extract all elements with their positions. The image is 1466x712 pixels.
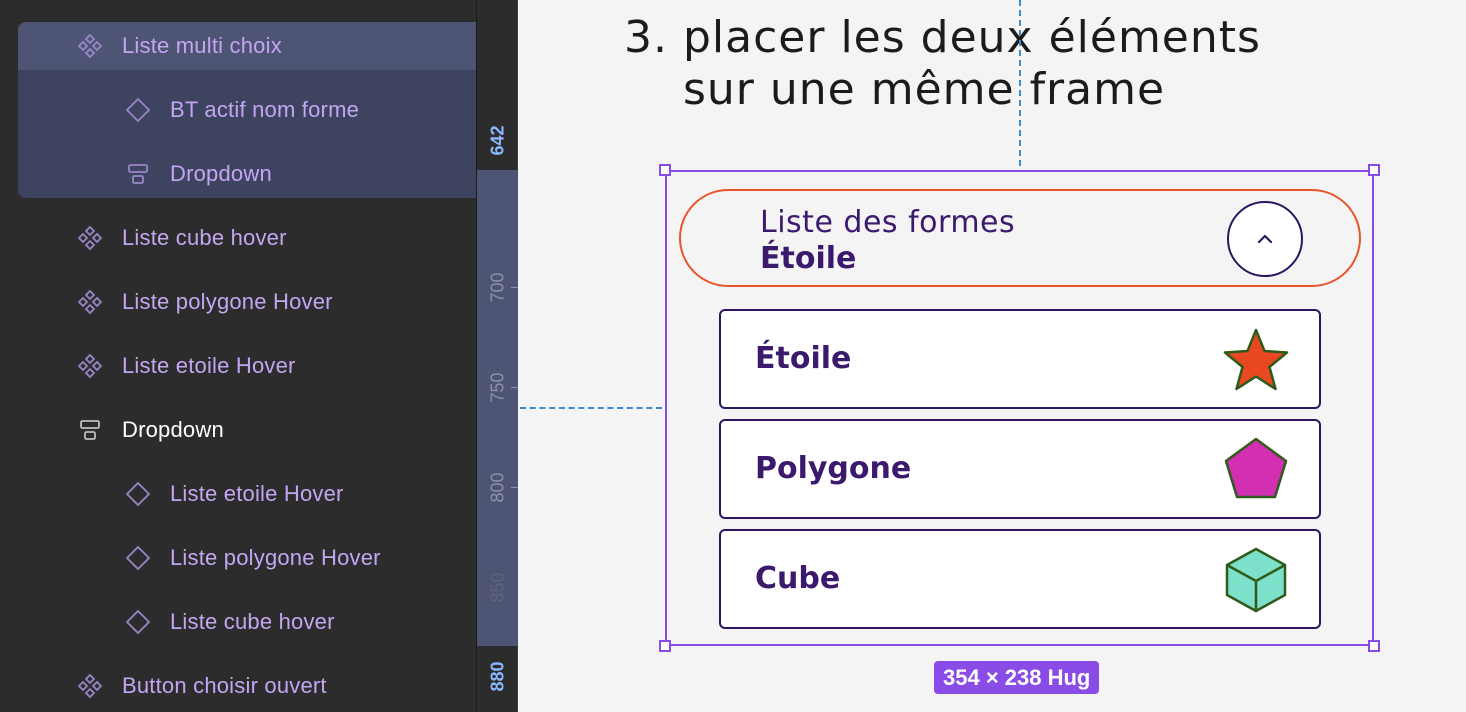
component-icon: [77, 225, 103, 251]
layer-label: Liste etoile Hover: [170, 481, 344, 506]
layer-item-liste-polygone-hover[interactable]: Liste polygone Hover: [0, 270, 476, 334]
auto-layout-vertical-icon: [77, 417, 103, 443]
layer-label: Button choisir ouvert: [122, 673, 327, 698]
vertical-ruler[interactable]: 642 700 750 800 850 880: [476, 0, 519, 712]
layer-label: Liste multi choix: [122, 33, 282, 58]
layer-item-dropdown-frame[interactable]: Dropdown: [0, 398, 476, 462]
component-icon: [77, 289, 103, 315]
layers-panel: Liste multi choix BT actif nom forme Dro…: [0, 0, 476, 712]
resize-handle-bottom-left[interactable]: [659, 640, 671, 652]
layer-item-dropdown[interactable]: Dropdown: [0, 142, 476, 206]
instance-icon: [125, 545, 151, 571]
component-icon: [77, 33, 103, 59]
layer-label: Liste cube hover: [170, 609, 335, 634]
step-number: 3.: [624, 12, 668, 63]
layer-item-button-choisir-ouvert[interactable]: Button choisir ouvert: [0, 654, 476, 712]
layer-label: Liste polygone Hover: [170, 545, 381, 570]
ruler-label: 880: [487, 660, 508, 692]
ruler-label: 800: [487, 471, 508, 503]
resize-handle-bottom-right[interactable]: [1368, 640, 1380, 652]
ruler-label: 750: [487, 371, 508, 403]
component-icon: [77, 353, 103, 379]
layer-label: Dropdown: [170, 161, 272, 186]
auto-layout-vertical-icon: [125, 161, 151, 187]
layer-item-liste-cube-hover-instance[interactable]: Liste cube hover: [0, 590, 476, 654]
layer-item-liste-cube-hover[interactable]: Liste cube hover: [0, 206, 476, 270]
frame-selection-box[interactable]: [665, 170, 1374, 646]
layer-item-bt-actif-nom-forme[interactable]: BT actif nom forme: [0, 78, 476, 142]
instance-icon: [125, 481, 151, 507]
layer-item-liste-etoile-hover[interactable]: Liste etoile Hover: [0, 334, 476, 398]
layer-item-liste-polygone-hover-instance[interactable]: Liste polygone Hover: [0, 526, 476, 590]
resize-handle-top-left[interactable]: [659, 164, 671, 176]
ruler-label: 642: [487, 124, 508, 156]
layer-item-liste-etoile-hover-instance[interactable]: Liste etoile Hover: [0, 462, 476, 526]
resize-handle-top-right[interactable]: [1368, 164, 1380, 176]
instance-icon: [125, 97, 151, 123]
layer-label: Liste etoile Hover: [122, 353, 296, 378]
ruler-label: 700: [487, 271, 508, 303]
component-icon: [77, 673, 103, 699]
layer-label: BT actif nom forme: [170, 97, 360, 122]
size-badge: 354 × 238 Hug: [934, 661, 1100, 694]
instance-icon: [125, 609, 151, 635]
horizontal-guide-line: [520, 407, 662, 409]
layer-label: Liste cube hover: [122, 225, 287, 250]
ruler-label: 850: [487, 571, 508, 603]
layer-label: Dropdown: [122, 417, 224, 442]
vertical-guide-line: [1019, 0, 1021, 166]
step-title-line-1: placer les deux éléments: [683, 12, 1261, 63]
step-title-line-2: sur une même frame: [683, 64, 1166, 115]
layer-item-liste-multi-choix[interactable]: Liste multi choix: [0, 14, 476, 78]
layer-label: Liste polygone Hover: [122, 289, 333, 314]
